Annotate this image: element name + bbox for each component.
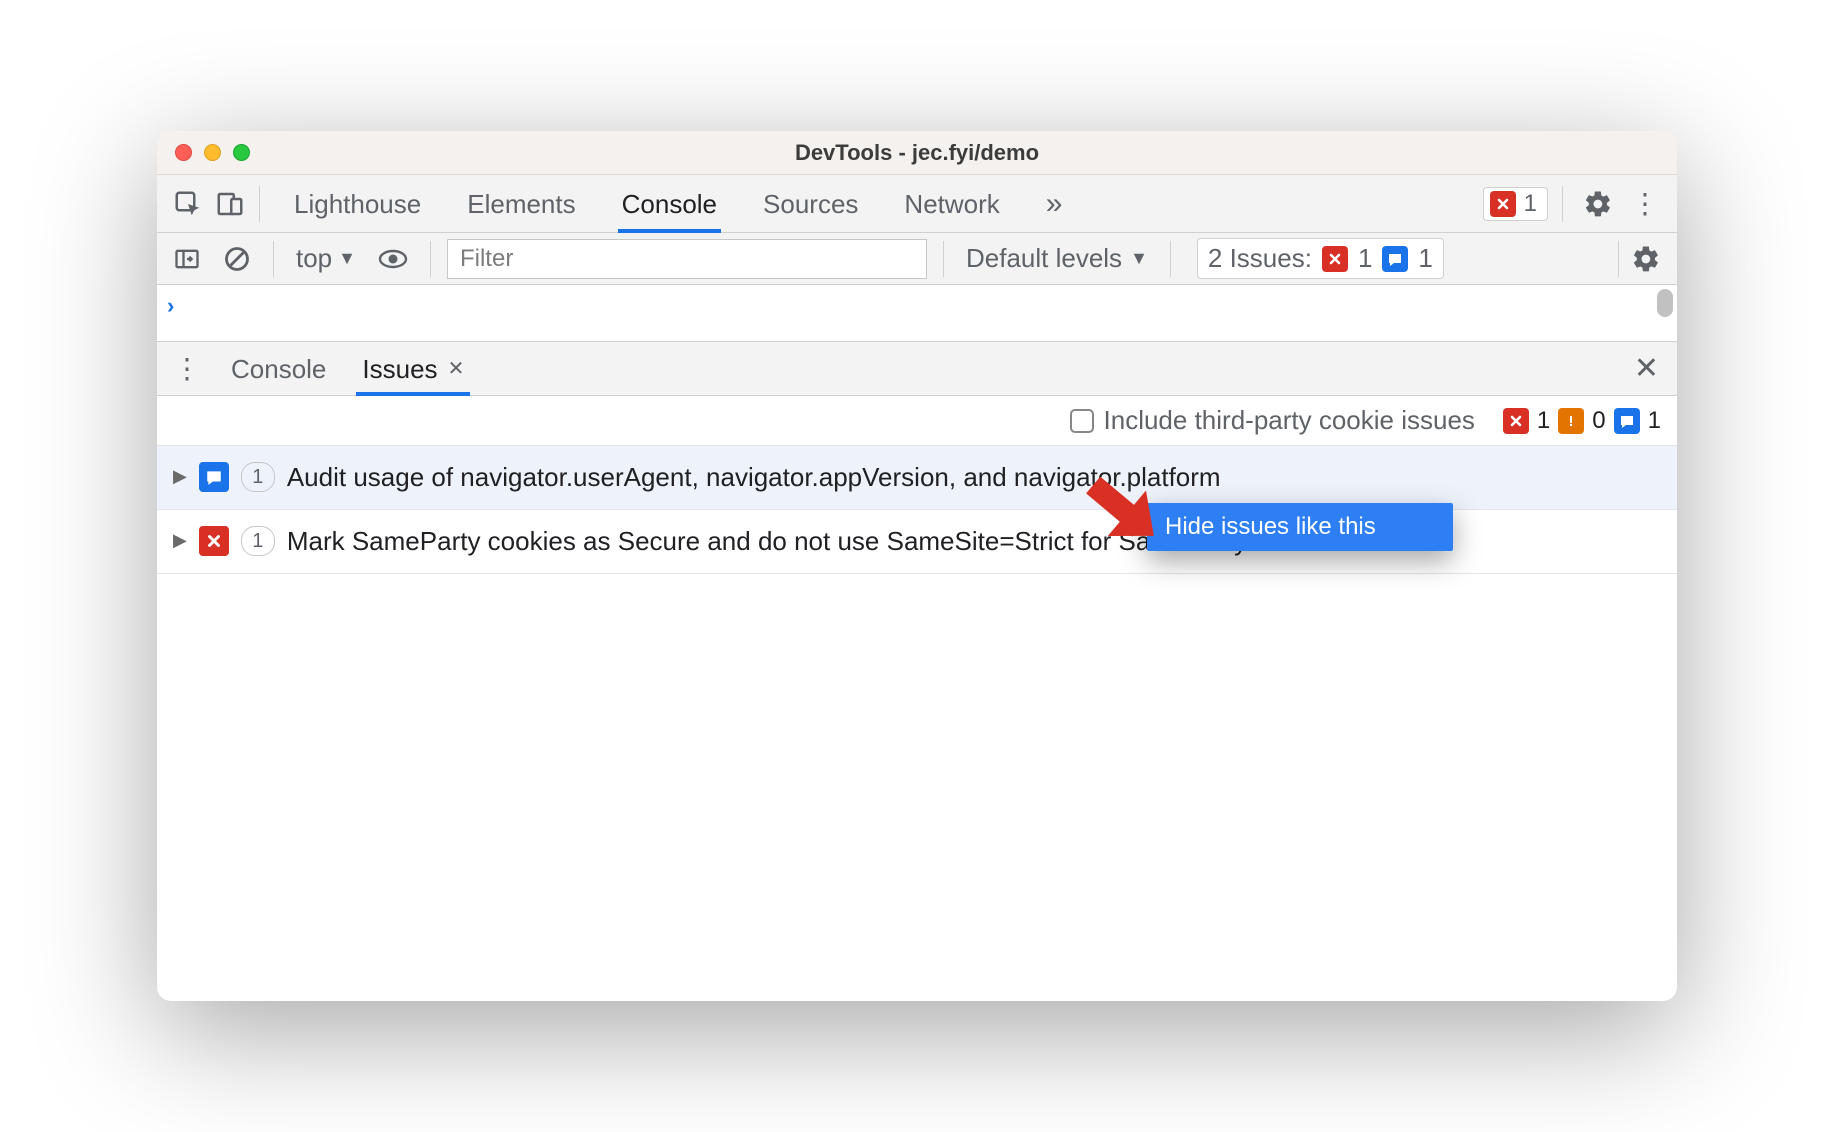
issues-info-count: 1 <box>1418 243 1432 274</box>
context-selector[interactable]: top ▼ <box>290 243 362 274</box>
tab-console[interactable]: Console <box>604 176 735 232</box>
include-third-party-checkbox[interactable] <box>1070 409 1094 433</box>
issues-info-count: 1 <box>1648 407 1661 435</box>
filter-input[interactable] <box>447 239 927 279</box>
separator <box>943 241 944 277</box>
separator <box>273 241 274 277</box>
issues-summary-chip[interactable]: 2 Issues: 1 1 <box>1197 238 1444 279</box>
levels-label: Default levels <box>966 243 1122 274</box>
tab-sources[interactable]: Sources <box>745 176 876 232</box>
close-tab-icon[interactable]: ✕ <box>448 343 465 395</box>
drawer-tabbar: ⋮ Console Issues ✕ ✕ <box>157 342 1677 396</box>
info-issue-icon <box>199 462 229 492</box>
separator <box>1618 241 1619 277</box>
console-body[interactable]: › <box>157 285 1677 341</box>
devtools-window: DevTools - jec.fyi/demo Lighthouse Eleme… <box>157 131 1677 1001</box>
include-third-party-label[interactable]: Include third-party cookie issues <box>1104 405 1475 436</box>
warning-badge-icon <box>1558 408 1584 434</box>
inspect-element-icon[interactable] <box>167 183 209 225</box>
window-title: DevTools - jec.fyi/demo <box>157 140 1677 166</box>
tab-lighthouse[interactable]: Lighthouse <box>276 176 439 232</box>
error-issue-icon <box>199 526 229 556</box>
more-options-icon[interactable]: ⋮ <box>1625 181 1667 226</box>
tab-elements[interactable]: Elements <box>449 176 593 232</box>
issues-toolbar: Include third-party cookie issues 1 0 1 <box>157 396 1677 446</box>
context-menu: Hide issues like this <box>1147 503 1453 551</box>
chevron-down-icon: ▼ <box>338 248 356 269</box>
device-toolbar-icon[interactable] <box>209 183 251 225</box>
drawer-tab-issues[interactable]: Issues ✕ <box>344 343 482 395</box>
error-count: 1 <box>1524 190 1537 218</box>
scrollbar-thumb[interactable] <box>1657 289 1673 317</box>
issue-count: 1 <box>241 526 275 556</box>
minimize-window-button[interactable] <box>204 144 221 161</box>
separator <box>259 186 260 222</box>
drawer-tab-label: Console <box>231 343 326 395</box>
issues-warning-count: 0 <box>1592 407 1605 435</box>
main-tabs: Lighthouse Elements Console Sources Netw… <box>276 176 1080 232</box>
expand-toggle-icon[interactable]: ▶ <box>173 460 187 487</box>
issues-error-count: 1 <box>1537 407 1550 435</box>
issues-summary-label: 2 Issues: <box>1208 243 1312 274</box>
issue-title: Mark SameParty cookies as Secure and do … <box>287 524 1661 559</box>
issues-error-count: 1 <box>1358 243 1372 274</box>
drawer: ⋮ Console Issues ✕ ✕ Include third-party… <box>157 341 1677 1001</box>
toggle-sidebar-icon[interactable] <box>167 239 207 279</box>
log-levels-selector[interactable]: Default levels ▼ <box>960 243 1154 274</box>
console-settings-icon[interactable] <box>1625 238 1667 280</box>
tab-network[interactable]: Network <box>886 176 1017 232</box>
context-label: top <box>296 243 332 274</box>
settings-icon[interactable] <box>1577 183 1619 225</box>
window-controls <box>157 144 250 161</box>
error-badge-icon <box>1490 191 1516 217</box>
error-badge-icon <box>1503 408 1529 434</box>
separator <box>1170 241 1171 277</box>
clear-console-icon[interactable] <box>217 239 257 279</box>
separator <box>430 241 431 277</box>
issue-row[interactable]: ▶ 1 Audit usage of navigator.userAgent, … <box>157 446 1677 510</box>
console-toolbar: top ▼ Default levels ▼ 2 Issues: 1 1 <box>157 233 1677 285</box>
live-expression-icon[interactable] <box>372 242 414 276</box>
issue-count: 1 <box>241 462 275 492</box>
close-window-button[interactable] <box>175 144 192 161</box>
info-badge-icon <box>1382 246 1408 272</box>
menu-item-hide-issues[interactable]: Hide issues like this <box>1147 503 1453 551</box>
zoom-window-button[interactable] <box>233 144 250 161</box>
info-badge-icon <box>1614 408 1640 434</box>
main-tabbar: Lighthouse Elements Console Sources Netw… <box>157 175 1677 233</box>
separator <box>1562 186 1563 222</box>
error-badge-icon <box>1322 246 1348 272</box>
close-drawer-icon[interactable]: ✕ <box>1622 351 1671 386</box>
drawer-tab-console[interactable]: Console <box>213 343 344 395</box>
issue-title: Audit usage of navigator.userAgent, navi… <box>287 460 1661 495</box>
error-count-chip[interactable]: 1 <box>1483 187 1548 221</box>
expand-toggle-icon[interactable]: ▶ <box>173 524 187 551</box>
titlebar: DevTools - jec.fyi/demo <box>157 131 1677 175</box>
drawer-tab-label: Issues <box>362 343 437 395</box>
chevron-down-icon: ▼ <box>1130 248 1148 269</box>
prompt-caret-icon: › <box>167 293 174 319</box>
drawer-more-icon[interactable]: ⋮ <box>163 352 213 385</box>
tab-overflow[interactable]: » <box>1028 176 1081 232</box>
issues-counts: 1 0 1 <box>1503 407 1661 435</box>
